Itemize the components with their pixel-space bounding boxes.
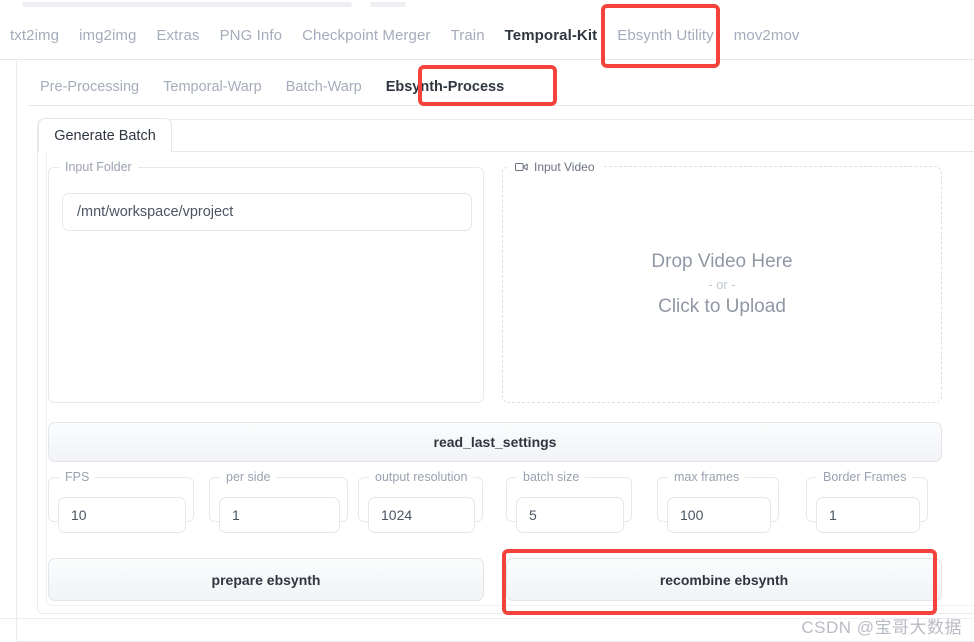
param-group-border-frames: Border Frames 1 xyxy=(806,470,928,533)
sub-tab-bar: Pre-Processing Temporal-Warp Batch-Warp Ebs… xyxy=(28,68,974,106)
prepare-ebsynth-button[interactable]: prepare ebsynth xyxy=(48,558,484,601)
top-cutoff-strip xyxy=(0,0,974,10)
main-tab-txt2img[interactable]: txt2img xyxy=(0,27,69,44)
top-partial-bar-left xyxy=(22,2,352,7)
main-tab-checkpoint-merger[interactable]: Checkpoint Merger xyxy=(292,27,440,44)
video-camera-icon xyxy=(515,163,528,171)
drop-or-text: - or - xyxy=(708,277,736,292)
main-tab-img2img[interactable]: img2img xyxy=(69,27,146,44)
param-value-max-frames: 100 xyxy=(680,507,704,523)
param-input-fps[interactable]: 10 xyxy=(58,497,186,533)
main-tab-temporal-kit[interactable]: Temporal-Kit xyxy=(495,27,608,44)
dropzone-message: Drop Video Here - or - Click to Upload xyxy=(503,167,941,402)
param-label-border-frames: Border Frames xyxy=(823,470,907,484)
param-group-max-frames: max frames 100 xyxy=(657,470,779,533)
main-tab-bar: txt2img img2img Extras PNG Info Checkpoint M… xyxy=(0,12,974,60)
tab-generate-batch[interactable]: Generate Batch xyxy=(38,118,172,152)
input-folder-field[interactable]: /mnt/workspace/vproject xyxy=(62,193,472,231)
param-value-output-resolution: 1024 xyxy=(381,507,413,523)
sub-tab-batch-warp[interactable]: Batch-Warp xyxy=(274,79,374,95)
param-label-per-side: per side xyxy=(226,470,271,484)
recombine-ebsynth-button[interactable]: recombine ebsynth xyxy=(506,558,942,601)
param-group-fps: FPS 10 xyxy=(48,470,194,533)
main-tab-png-info[interactable]: PNG Info xyxy=(210,27,293,44)
param-input-batch-size[interactable]: 5 xyxy=(516,497,624,533)
param-group-per-side: per side 1 xyxy=(209,470,348,533)
input-folder-value: /mnt/workspace/vproject xyxy=(77,204,234,220)
param-value-per-side: 1 xyxy=(232,507,240,523)
prepare-ebsynth-label: prepare ebsynth xyxy=(211,571,321,588)
drop-video-here-text: Drop Video Here xyxy=(651,251,793,272)
tab-generate-batch-label: Generate Batch xyxy=(54,127,156,144)
input-folder-group: Input Folder /mnt/workspace/vproject xyxy=(48,160,484,403)
sub-tab-pre-processing[interactable]: Pre-Processing xyxy=(28,79,151,95)
param-label-max-frames: max frames xyxy=(674,470,740,484)
sub-tab-divider xyxy=(28,105,974,106)
param-input-border-frames[interactable]: 1 xyxy=(816,497,920,533)
read-last-settings-label: read_last_settings xyxy=(433,434,557,450)
input-video-label: Input Video xyxy=(509,156,603,178)
input-folder-legend: Input Folder xyxy=(65,160,132,174)
generate-batch-tab-underline xyxy=(38,151,974,152)
param-input-output-resolution[interactable]: 1024 xyxy=(368,497,475,533)
main-tab-ebsynth-utility[interactable]: Ebsynth Utility xyxy=(607,27,724,44)
generate-batch-tab-mask xyxy=(39,150,171,153)
input-video-dropzone[interactable]: Input Video Drop Video Here - or - Click… xyxy=(502,156,942,403)
main-tab-mov2mov[interactable]: mov2mov xyxy=(724,27,810,44)
watermark: CSDN @宝哥大数据 xyxy=(801,618,962,637)
param-input-max-frames[interactable]: 100 xyxy=(667,497,771,533)
param-input-per-side[interactable]: 1 xyxy=(219,497,340,533)
param-value-fps: 10 xyxy=(71,507,87,523)
input-video-label-text: Input Video xyxy=(534,160,595,174)
main-tab-extras[interactable]: Extras xyxy=(146,27,209,44)
param-value-batch-size: 5 xyxy=(529,507,537,523)
recombine-ebsynth-label: recombine ebsynth xyxy=(659,571,789,588)
sub-tab-temporal-warp[interactable]: Temporal-Warp xyxy=(151,79,274,95)
read-last-settings-button[interactable]: read_last_settings xyxy=(48,422,942,462)
param-group-batch-size: batch size 5 xyxy=(506,470,632,533)
sub-tab-ebsynth-process[interactable]: Ebsynth-Process xyxy=(374,79,516,95)
param-label-batch-size: batch size xyxy=(523,470,580,484)
top-partial-bar-right xyxy=(370,2,406,7)
param-value-border-frames: 1 xyxy=(829,507,837,523)
param-label-fps: FPS xyxy=(65,470,90,484)
main-tab-train[interactable]: Train xyxy=(441,27,495,44)
param-group-output-resolution: output resolution 1024 xyxy=(358,470,483,533)
param-label-output-resolution: output resolution xyxy=(375,470,468,484)
click-to-upload-text: Click to Upload xyxy=(658,296,786,317)
